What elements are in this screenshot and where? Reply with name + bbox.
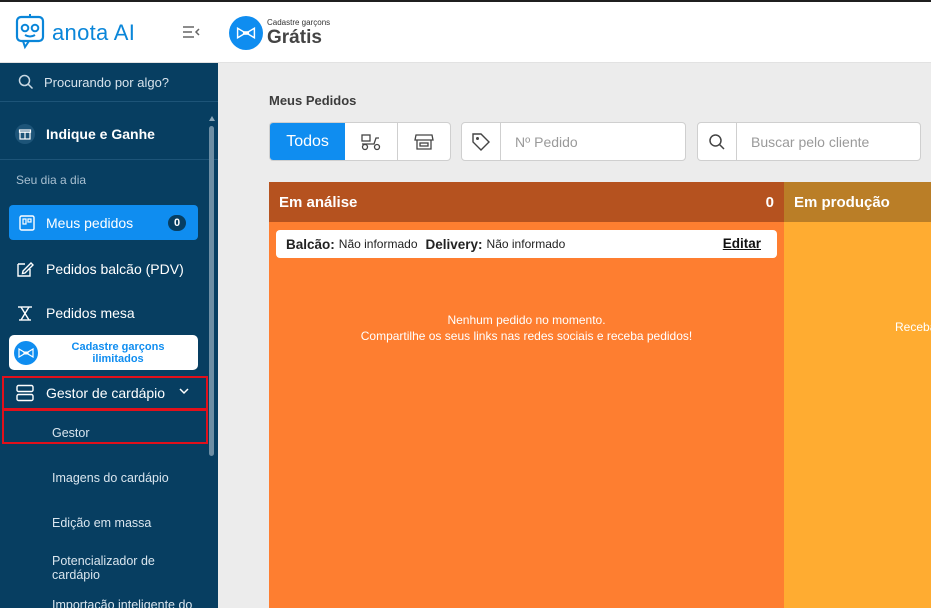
search-placeholder: Procurando por algo? xyxy=(44,74,170,90)
sidebar-subitem-edicao-massa[interactable]: Edição em massa xyxy=(52,516,151,530)
scrollbar[interactable] xyxy=(209,126,214,456)
sub-item-line: Potencializador de xyxy=(52,554,155,568)
logo-text: anota AI xyxy=(52,20,136,45)
sidebar-subitem-imagens[interactable]: Imagens do cardápio xyxy=(52,471,169,485)
promo-line1: Cadastre garçons xyxy=(71,341,165,353)
sidebar-subitem-importacao[interactable]: Importação inteligente do xyxy=(52,598,192,608)
sidebar-item-label: Indique e Ganhe xyxy=(46,126,155,142)
order-type-filter: Todos xyxy=(269,122,451,161)
column-title: Em produção xyxy=(794,193,890,211)
client-search-input[interactable] xyxy=(737,133,907,150)
sidebar-subitem-potencializador[interactable]: Potencializador de cardápio xyxy=(52,554,155,582)
column-header: Em análise 0 xyxy=(269,182,784,222)
sidebar-item-indique[interactable]: Indique e Ganhe xyxy=(14,123,155,145)
page-title: Meus Pedidos xyxy=(269,93,357,108)
sidebar-item-pedidos-balcao[interactable]: Pedidos balcão (PDV) xyxy=(14,258,184,280)
highlight-box-gestor-cardapio xyxy=(2,376,208,410)
header-title[interactable]: Grátis xyxy=(267,27,322,49)
column-em-analise: Em análise 0 Balcão: Não informado Deliv… xyxy=(269,182,784,608)
empty-line1: Nenhum pedido no momento. xyxy=(447,313,606,327)
collapse-menu-icon[interactable] xyxy=(182,25,200,39)
filter-store-button[interactable] xyxy=(398,123,450,160)
orders-icon xyxy=(17,213,37,233)
divider xyxy=(0,159,218,160)
waiter-bowtie-icon xyxy=(14,341,38,365)
empty-state: Nenhum pedido no momento. Compartilhe os… xyxy=(269,312,784,344)
delivery-value: Não informado xyxy=(486,237,566,251)
column-title: Em análise xyxy=(279,193,358,211)
sidebar-item-label: Pedidos balcão (PDV) xyxy=(46,261,184,277)
column-count: 0 xyxy=(765,193,774,211)
filter-all-button[interactable]: Todos xyxy=(270,123,346,160)
delivery-scooter-icon xyxy=(361,133,381,150)
sub-item-line: cardápio xyxy=(52,568,100,582)
edit-icon xyxy=(14,258,36,280)
waiter-bowtie-icon[interactable] xyxy=(229,16,263,50)
search-icon xyxy=(18,74,34,90)
promo-line2: ilimitados xyxy=(92,353,144,365)
store-icon xyxy=(413,133,434,150)
top-header: Cadastre garçons Grátis xyxy=(218,2,931,63)
logo-bar: anota AI xyxy=(0,2,218,63)
order-number-input[interactable] xyxy=(501,133,671,150)
sidebar-search[interactable]: Procurando por algo? xyxy=(0,63,218,101)
highlight-box-gestor xyxy=(2,409,208,444)
filter-delivery-button[interactable] xyxy=(345,123,398,160)
sidebar-item-label: Meus pedidos xyxy=(46,214,134,231)
sidebar-subitem-gestor[interactable]: Gestor xyxy=(52,426,90,440)
table-icon xyxy=(14,302,36,324)
search-icon xyxy=(698,123,737,160)
time-info-bar: Balcão: Não informado Delivery: Não info… xyxy=(276,230,777,258)
gift-icon xyxy=(14,123,36,145)
sidebar: anota AI Procurando por algo? Indique e … xyxy=(0,2,218,608)
balcao-label: Balcão: xyxy=(286,236,335,252)
section-label: Seu dia a dia xyxy=(16,173,87,187)
header-subtitle: Cadastre garçons xyxy=(267,18,331,27)
robot-logo-icon xyxy=(15,14,45,50)
orders-count-badge: 0 xyxy=(168,215,186,231)
empty-line2: Compartilhe os seus links nas redes soci… xyxy=(360,329,693,343)
order-number-field xyxy=(461,122,686,161)
column-em-producao: Em produção Receba xyxy=(784,182,931,608)
edit-link[interactable]: Editar xyxy=(723,236,761,251)
empty-text-partial: Receba xyxy=(895,320,931,334)
balcao-value: Não informado xyxy=(338,237,418,251)
sidebar-item-label: Pedidos mesa xyxy=(46,305,135,321)
delivery-label: Delivery: xyxy=(425,236,483,252)
sidebar-item-meus-pedidos[interactable]: Meus pedidos 0 xyxy=(9,205,198,240)
tag-icon xyxy=(462,123,501,160)
promo-cadastre-garcons[interactable]: Cadastre garçons ilimitados xyxy=(9,335,198,370)
column-header: Em produção xyxy=(784,182,931,222)
promo-text: Cadastre garçons ilimitados xyxy=(43,341,193,365)
scroll-up-arrow[interactable] xyxy=(209,116,215,121)
divider xyxy=(0,101,218,102)
client-search-field xyxy=(697,122,921,161)
sidebar-item-pedidos-mesa[interactable]: Pedidos mesa xyxy=(14,302,135,324)
